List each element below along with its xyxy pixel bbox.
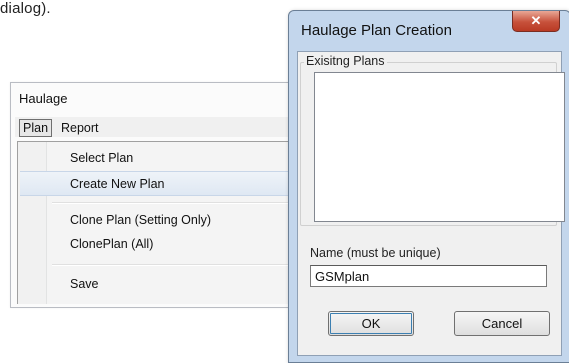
dialog-title: Haulage Plan Creation	[301, 22, 452, 39]
menubar: Plan Report	[15, 117, 309, 137]
name-label: Name (must be unique)	[310, 246, 441, 260]
menu-plan[interactable]: Plan	[19, 119, 53, 137]
menu-report[interactable]: Report	[61, 120, 99, 136]
cancel-button[interactable]: Cancel	[454, 311, 550, 336]
window-title: Haulage	[19, 91, 68, 106]
existing-plans-list[interactable]	[314, 72, 565, 222]
menu-item-label: Save	[70, 277, 99, 291]
haulage-menu-window: Haulage Plan Report Select Plan Create N…	[10, 82, 310, 308]
menu-item-clone-plan-all[interactable]: ClonePlan (All)	[20, 232, 310, 256]
menu-item-label: Clone Plan (Setting Only)	[70, 213, 212, 227]
menu-item-select-plan[interactable]: Select Plan	[20, 146, 310, 170]
menu-item-save[interactable]: Save	[20, 272, 310, 296]
plan-name-input[interactable]: GSMplan	[310, 265, 547, 287]
close-icon[interactable]: ✕	[512, 11, 560, 32]
plan-dropdown-menu: Select Plan Create New Plan Clone Plan (…	[17, 141, 310, 304]
page-fragment-text: dialog).	[0, 0, 51, 17]
menu-item-clone-plan-settings[interactable]: Clone Plan (Setting Only)	[20, 208, 310, 232]
menu-item-label: Create New Plan	[70, 177, 165, 191]
menu-item-label: ClonePlan (All)	[70, 237, 154, 251]
ok-button[interactable]: OK	[328, 311, 414, 336]
menu-item-label: Select Plan	[70, 151, 134, 165]
menu-separator	[52, 202, 308, 204]
dialog-client-area: Exisitng Plans Name (must be unique) GSM…	[297, 51, 565, 356]
haulage-plan-creation-dialog: Haulage Plan Creation ✕ Exisitng Plans N…	[288, 10, 569, 363]
menu-item-create-new-plan[interactable]: Create New Plan	[20, 171, 310, 196]
existing-plans-label: Exisitng Plans	[304, 54, 387, 68]
menu-separator	[52, 264, 308, 266]
